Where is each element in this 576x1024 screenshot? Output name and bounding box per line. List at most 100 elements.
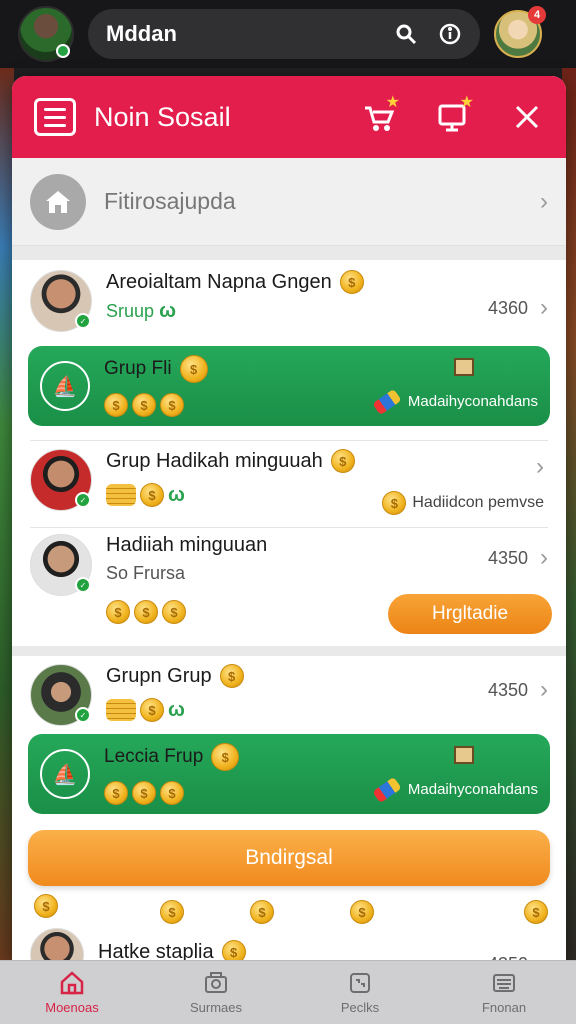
- coin-icon: $: [219, 664, 244, 688]
- search-text: Mddan: [106, 21, 177, 46]
- profile-avatar[interactable]: [18, 6, 74, 62]
- coin-icon: $: [179, 355, 208, 383]
- coins-row: $ ω: [106, 698, 488, 722]
- chevron-right-icon: ›: [540, 187, 548, 215]
- nav-label: Surmaes: [189, 1000, 243, 1015]
- card-right-text: Madaihyconahdans: [407, 393, 538, 410]
- divider: [12, 246, 566, 260]
- item-name: Areoialtam Napna Gngen: [106, 270, 332, 293]
- item-score: 4360: [487, 297, 528, 318]
- coin-icon: $: [160, 781, 184, 805]
- divider: [12, 646, 566, 656]
- online-indicator: ✓: [75, 707, 91, 723]
- group-card[interactable]: ⛵ Grup Fli $ $ $ $ Madaihyconahdans: [28, 346, 550, 426]
- list-item[interactable]: ✓ Grupn Grup $ $ ω 4350 ›: [12, 656, 566, 734]
- panel-header: Nοin Sosail ★ ★: [12, 76, 566, 158]
- user-avatar[interactable]: 4: [494, 6, 546, 58]
- close-icon[interactable]: [510, 100, 544, 134]
- rocket-icon: [372, 388, 402, 415]
- item-name: Grup Hadikah minguuah: [106, 449, 323, 472]
- search-icon[interactable]: [394, 22, 418, 46]
- coin-icon: $: [162, 600, 186, 624]
- item-score: 4350: [487, 679, 528, 700]
- avatar: ✓: [30, 449, 92, 511]
- main-action-button[interactable]: Bndirgsal: [28, 830, 550, 886]
- coin-icon: $: [106, 600, 130, 624]
- coin-icon: $: [160, 393, 184, 417]
- item-name: Hatke staplia: [98, 940, 214, 961]
- coin-icon: $: [330, 449, 355, 473]
- camera-icon: [205, 972, 227, 993]
- item-score: 4350: [487, 547, 528, 568]
- panel-title: Nοin Sosail: [94, 101, 231, 132]
- list-item[interactable]: Hatke staplia$ 4350›: [12, 914, 566, 960]
- list-item[interactable]: ✓ Hadiiah minguuan So Frursa $ $ $ 4350 ›…: [12, 528, 566, 646]
- keyboard-icon: [493, 974, 515, 992]
- menu-icon[interactable]: [34, 98, 76, 136]
- chevron-right-icon: ›: [540, 544, 548, 571]
- coin-icon: $: [211, 743, 240, 771]
- search-bar[interactable]: Mddan: [88, 9, 480, 59]
- gift-box-icon: [454, 358, 474, 376]
- coin-icon: $: [382, 491, 407, 515]
- avatar: [30, 928, 84, 960]
- avatar: ✓: [30, 534, 92, 596]
- coin-icon: $: [140, 698, 164, 722]
- shop-cart-icon[interactable]: ★: [362, 95, 400, 134]
- online-indicator: ✓: [75, 313, 91, 329]
- chevron-right-icon: ›: [536, 453, 544, 480]
- coin-icon: $: [140, 483, 164, 507]
- group-logo-icon: ⛵: [40, 749, 90, 799]
- nav-home[interactable]: Moenoas: [0, 961, 144, 1024]
- coin-sparkles: $ $ $ $ $: [12, 886, 566, 924]
- claim-button[interactable]: Hrgltadie: [388, 594, 552, 634]
- leaf-icon: ω: [159, 300, 176, 322]
- avatar: ✓: [30, 270, 92, 332]
- social-panel: Nοin Sosail ★ ★ Fitirosajupda › ✓ Areoia…: [12, 76, 566, 960]
- group-logo-icon: ⛵: [40, 361, 90, 411]
- home-label: Fitirosajupda: [104, 188, 236, 214]
- chevron-right-icon: ›: [540, 676, 548, 703]
- top-bar: Mddan 4: [0, 0, 576, 68]
- coin-icon: $: [132, 781, 156, 805]
- home-row[interactable]: Fitirosajupda ›: [12, 158, 566, 246]
- card-title: Grup Fli: [104, 358, 172, 379]
- home-icon: [30, 173, 86, 230]
- item-sub: Sruup: [106, 301, 155, 321]
- nav-packs[interactable]: Peclks: [288, 961, 432, 1024]
- coin-icon: $: [132, 393, 156, 417]
- gift-box-icon: [454, 746, 474, 764]
- item-right-text: Hadiidcon pemvse: [412, 494, 544, 511]
- nav-label: Moenoas: [45, 1000, 99, 1015]
- puzzle-icon: [350, 973, 370, 993]
- screen-icon[interactable]: ★: [436, 95, 474, 134]
- coin-icon: $: [339, 270, 364, 294]
- item-name: Hadiiah minguuan: [106, 534, 268, 556]
- notification-badge: 4: [528, 6, 546, 24]
- nav-label: Fnonan: [481, 1000, 527, 1015]
- coin-icon: $: [221, 940, 246, 960]
- nav-summary[interactable]: Surmaes: [144, 961, 288, 1024]
- online-indicator: [56, 44, 70, 58]
- star-icon: ★: [385, 94, 400, 111]
- online-indicator: ✓: [75, 577, 91, 593]
- coin-icon: $: [104, 781, 128, 805]
- avatar: ✓: [30, 664, 92, 726]
- list-item[interactable]: ✓ Grup Hadikah minguuah $ $ ω › $ Hadiidco…: [12, 441, 566, 527]
- home-icon: [60, 971, 84, 995]
- coin-stack-icon: [106, 484, 136, 506]
- group-card[interactable]: ⛵ Leccia Frup $ $ $ $ Madaihyconahdans: [28, 734, 550, 814]
- coins-row: $ $ $: [104, 781, 239, 805]
- info-icon[interactable]: [438, 22, 462, 46]
- online-indicator: ✓: [75, 492, 91, 508]
- item-name: Grupn Grup: [106, 664, 212, 687]
- chevron-right-icon: ›: [540, 294, 548, 321]
- nav-phone[interactable]: Fnonan: [432, 961, 576, 1024]
- leaf-icon: ω: [168, 698, 185, 721]
- bottom-navigation: Moenoas Surmaes Peclks Fnonan: [0, 960, 576, 1024]
- leaf-icon: ω: [168, 483, 185, 506]
- list-item[interactable]: ✓ Areoialtam Napna Gngen $ Sruup ω 4360 ›: [12, 260, 566, 346]
- rocket-icon: [372, 776, 402, 803]
- card-title: Leccia Frup: [104, 746, 204, 767]
- chevron-right-icon: ›: [540, 950, 548, 960]
